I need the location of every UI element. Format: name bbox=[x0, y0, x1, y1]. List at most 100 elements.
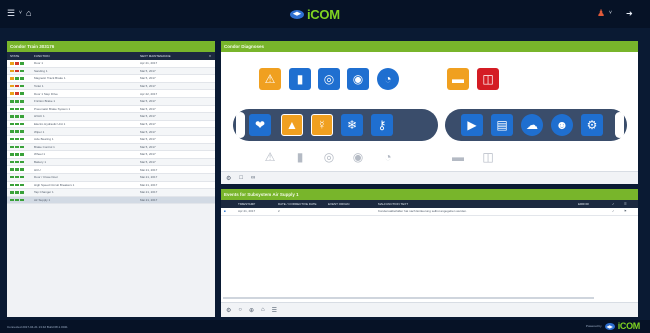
user-icon[interactable]: ♟ bbox=[597, 9, 605, 18]
ev-col-malfunction-text[interactable]: MALFUNCTION TEXT bbox=[375, 202, 575, 206]
compressor-icon[interactable]: ❤ bbox=[249, 114, 271, 136]
hvac-icon[interactable]: ◔ bbox=[377, 68, 399, 90]
ev-col-check-icon[interactable]: ✓ bbox=[609, 202, 621, 206]
settings-icon[interactable]: ⚙ bbox=[226, 175, 231, 182]
home-icon[interactable]: ⌂ bbox=[26, 9, 31, 18]
list-row[interactable]: Door 1 Step Drive Apr 22, 2017 bbox=[7, 90, 215, 98]
battery-grey-icon[interactable]: ▬ bbox=[447, 146, 469, 168]
brake-disc-icon[interactable]: ◉ bbox=[347, 68, 369, 90]
display-icon[interactable]: ▤ bbox=[491, 114, 513, 136]
bogie-icon[interactable]: ▶ bbox=[461, 114, 483, 136]
gear-icon[interactable]: ⚙ bbox=[581, 114, 603, 136]
user-menu-chevron-icon[interactable]: ˅ bbox=[609, 9, 612, 18]
status-dot bbox=[10, 92, 14, 95]
status-indicator bbox=[7, 183, 31, 187]
list-header: STATE FUNCTION NEXT MAINTENANCE ▾ bbox=[7, 52, 215, 60]
list-row[interactable]: Magnetic Track Brake 1 Mai 5, 2017 bbox=[7, 75, 215, 83]
list-row[interactable]: Toilet 1 Mai 5, 2017 bbox=[7, 82, 215, 91]
ev-list-icon[interactable]: ☰ bbox=[272, 307, 277, 314]
view-icon[interactable]: □ bbox=[239, 175, 243, 181]
brake-disc-grey-icon[interactable]: ◉ bbox=[347, 146, 369, 168]
network-icon[interactable]: ☁ bbox=[521, 114, 543, 136]
list-row[interactable]: Friction Brake 1 Mai 5, 2017 bbox=[7, 97, 215, 106]
list-row[interactable]: HCU Mai 21, 2017 bbox=[7, 166, 215, 174]
status-dot bbox=[15, 92, 19, 95]
ev-col-timestamp[interactable]: TIMESTAMP bbox=[235, 202, 275, 206]
status-dot bbox=[10, 100, 14, 103]
next-maintenance-date: Mai 21, 2017 bbox=[140, 167, 158, 172]
ev-home-icon[interactable]: ⌂ bbox=[261, 307, 265, 313]
events-scrollbar[interactable] bbox=[223, 297, 594, 299]
ev-col-corrective-date[interactable]: DATE / CORRECTIVE DATE bbox=[275, 202, 325, 206]
ev-col-error[interactable]: ERROR bbox=[575, 202, 609, 206]
pantograph-grey-icon[interactable]: ⚠ bbox=[259, 146, 281, 168]
ev-col-menu-icon[interactable]: ☰ bbox=[621, 202, 635, 206]
wheel-grey-icon[interactable]: ◎ bbox=[318, 146, 340, 168]
list-row[interactable]: Wheel 1 Mai 5, 2017 bbox=[7, 151, 215, 159]
col-state[interactable]: STATE bbox=[7, 54, 31, 58]
events-toolbar: ⚙ ○ ⊕ ⌂ ☰ bbox=[221, 302, 638, 317]
toilet-icon[interactable]: ☿ bbox=[311, 114, 333, 136]
status-indicator bbox=[7, 69, 31, 73]
list-row[interactable]: Pneumatic Brake System 1 Mai 5, 2017 bbox=[7, 105, 215, 114]
list-row[interactable]: Air Supply 1 Mai 21, 2017 bbox=[7, 196, 215, 205]
next-maintenance-date: Mai 21, 2017 bbox=[140, 197, 158, 202]
ev-settings-icon[interactable]: ⚙ bbox=[226, 307, 231, 314]
wardrobe-grey-icon[interactable]: ◫ bbox=[477, 146, 499, 168]
list-row[interactable]: Door / Close Door Mai 21, 2017 bbox=[7, 173, 215, 182]
status-indicator bbox=[7, 153, 31, 156]
app-logo: ◀▶ iCOM bbox=[290, 6, 340, 22]
footer-status: Connected 2017-04-21 13:42 Build 08.1.00… bbox=[7, 325, 68, 329]
status-indicator bbox=[7, 168, 31, 171]
chevron-down-icon[interactable]: ˅ bbox=[19, 9, 22, 18]
ev-filter-icon[interactable]: ○ bbox=[238, 307, 242, 313]
list-row[interactable]: Wiper 1 Mai 5, 2017 bbox=[7, 128, 215, 136]
status-indicator bbox=[7, 130, 31, 133]
passenger-icon[interactable]: ☻ bbox=[551, 114, 573, 136]
list-row[interactable]: Sanding 1 Mai 5, 2017 bbox=[7, 67, 215, 76]
subsystem-name: Magnetic Track Brake 1 bbox=[34, 76, 66, 81]
next-maintenance-date: Mai 5, 2017 bbox=[140, 68, 156, 73]
logo-text: iCOM bbox=[307, 6, 340, 22]
status-dot bbox=[15, 84, 19, 88]
link-icon[interactable]: ∞ bbox=[251, 175, 255, 181]
battery-icon[interactable]: ▬ bbox=[447, 68, 469, 90]
list-row[interactable]: Brake Control 1 Mai 5, 2017 bbox=[7, 143, 215, 152]
status-indicator bbox=[7, 175, 31, 179]
wardrobe-icon[interactable]: ◫ bbox=[477, 68, 499, 90]
ev-col-event-origin[interactable]: EVENT ORIGIN bbox=[325, 202, 375, 206]
list-row[interactable]: High Speed Circuit Breakers 1 Mai 21, 201… bbox=[7, 181, 215, 190]
list-row[interactable]: Axle Bearing 1 Mai 5, 2017 bbox=[7, 135, 215, 144]
pantograph-icon[interactable]: ⚠ bbox=[259, 68, 281, 90]
col-next-maintenance[interactable]: NEXT MAINTENANCE bbox=[137, 54, 205, 58]
col-menu-icon[interactable]: ▾ bbox=[205, 54, 215, 58]
status-dot bbox=[10, 77, 14, 80]
door-grey-icon[interactable]: ▮ bbox=[289, 146, 311, 168]
wheel-icon[interactable]: ◎ bbox=[318, 68, 340, 90]
list-row[interactable]: HVAC 1 Mai 5, 2017 bbox=[7, 113, 215, 121]
ev-add-icon[interactable]: ⊕ bbox=[249, 307, 254, 314]
door-icon[interactable]: ▮ bbox=[289, 68, 311, 90]
event-check-icon[interactable]: ✓ bbox=[609, 209, 621, 213]
status-dot bbox=[10, 183, 14, 187]
event-row[interactable]: ■ Apr 21, 2017 2 Kondensatbehälter hat n… bbox=[221, 208, 638, 216]
freezer-icon[interactable]: ❄ bbox=[341, 114, 363, 136]
col-function[interactable]: FUNCTION bbox=[31, 54, 137, 58]
status-dot bbox=[10, 175, 14, 179]
status-dot bbox=[10, 168, 14, 171]
hvac-grey-icon[interactable]: ◔ bbox=[377, 146, 399, 168]
list-row[interactable]: Tap Changer 1 Mai 21, 2017 bbox=[7, 189, 215, 197]
status-indicator bbox=[7, 122, 31, 126]
logout-icon[interactable]: ➜ bbox=[626, 9, 633, 18]
list-row[interactable]: Battery 1 Mai 5, 2017 bbox=[7, 158, 215, 167]
status-dot bbox=[10, 153, 14, 156]
status-dot bbox=[15, 191, 19, 194]
list-row[interactable]: Electro Hydraulic Unit 1 Mai 5, 2017 bbox=[7, 120, 215, 129]
fire-icon[interactable]: ▲ bbox=[281, 114, 303, 136]
menu-icon[interactable]: ☰ bbox=[7, 9, 15, 18]
event-flag-icon[interactable]: ⚑ bbox=[621, 209, 635, 213]
next-maintenance-date: Mai 5, 2017 bbox=[140, 144, 156, 149]
subsystem-name: Wheel 1 bbox=[34, 152, 46, 157]
list-row[interactable]: Door 1 Apr 21, 2017 bbox=[7, 60, 215, 68]
key-icon[interactable]: ⚷ bbox=[371, 114, 393, 136]
